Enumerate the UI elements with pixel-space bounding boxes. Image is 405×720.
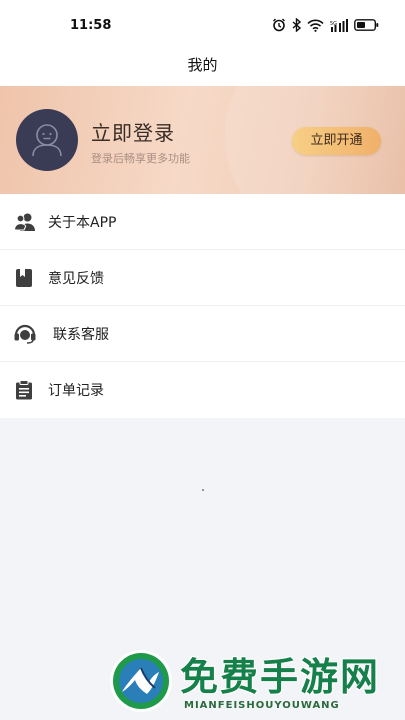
users-icon	[13, 212, 35, 232]
menu-label-about: 关于本APP	[48, 214, 117, 231]
watermark-logo-icon	[108, 648, 174, 714]
watermark: 免费手游网 MIANFEISHOUYOUWANG	[108, 646, 405, 720]
stray-dot	[202, 489, 204, 491]
battery-icon	[354, 19, 379, 31]
menu-item-customer-service[interactable]: 联系客服	[0, 306, 405, 362]
menu-item-feedback[interactable]: 意见反馈	[0, 250, 405, 306]
login-subtitle: 登录后畅享更多功能	[91, 152, 190, 165]
status-icons: 5G	[272, 17, 379, 33]
bluetooth-icon	[292, 18, 301, 32]
menu-label-feedback: 意见反馈	[48, 270, 104, 287]
clipboard-icon	[14, 380, 34, 400]
settings-menu: 关于本APP 意见反馈 联系客服 订单记录	[0, 194, 405, 418]
menu-label-customer-service: 联系客服	[53, 326, 109, 343]
status-bar: 11:58 5G	[0, 0, 405, 50]
headset-icon	[14, 324, 36, 344]
alarm-icon	[272, 18, 286, 32]
menu-item-about[interactable]: 关于本APP	[0, 194, 405, 250]
watermark-subtitle: MIANFEISHOUYOUWANG	[184, 700, 340, 711]
signal-icon: 5G	[330, 18, 348, 32]
menu-item-orders[interactable]: 订单记录	[0, 362, 405, 418]
open-membership-button[interactable]: 立即开通	[292, 127, 381, 155]
page-title: 我的	[187, 56, 218, 74]
menu-label-orders: 订单记录	[48, 383, 104, 399]
status-time: 11:58	[70, 18, 112, 33]
login-banner[interactable]: 立即登录 登录后畅享更多功能 立即开通	[0, 86, 405, 194]
title-bar: 我的	[0, 46, 405, 86]
watermark-title: 免费手游网	[180, 655, 381, 699]
avatar[interactable]	[16, 109, 78, 171]
login-title[interactable]: 立即登录	[91, 117, 175, 146]
wifi-icon	[307, 19, 324, 32]
bookmark-book-icon	[14, 268, 34, 288]
